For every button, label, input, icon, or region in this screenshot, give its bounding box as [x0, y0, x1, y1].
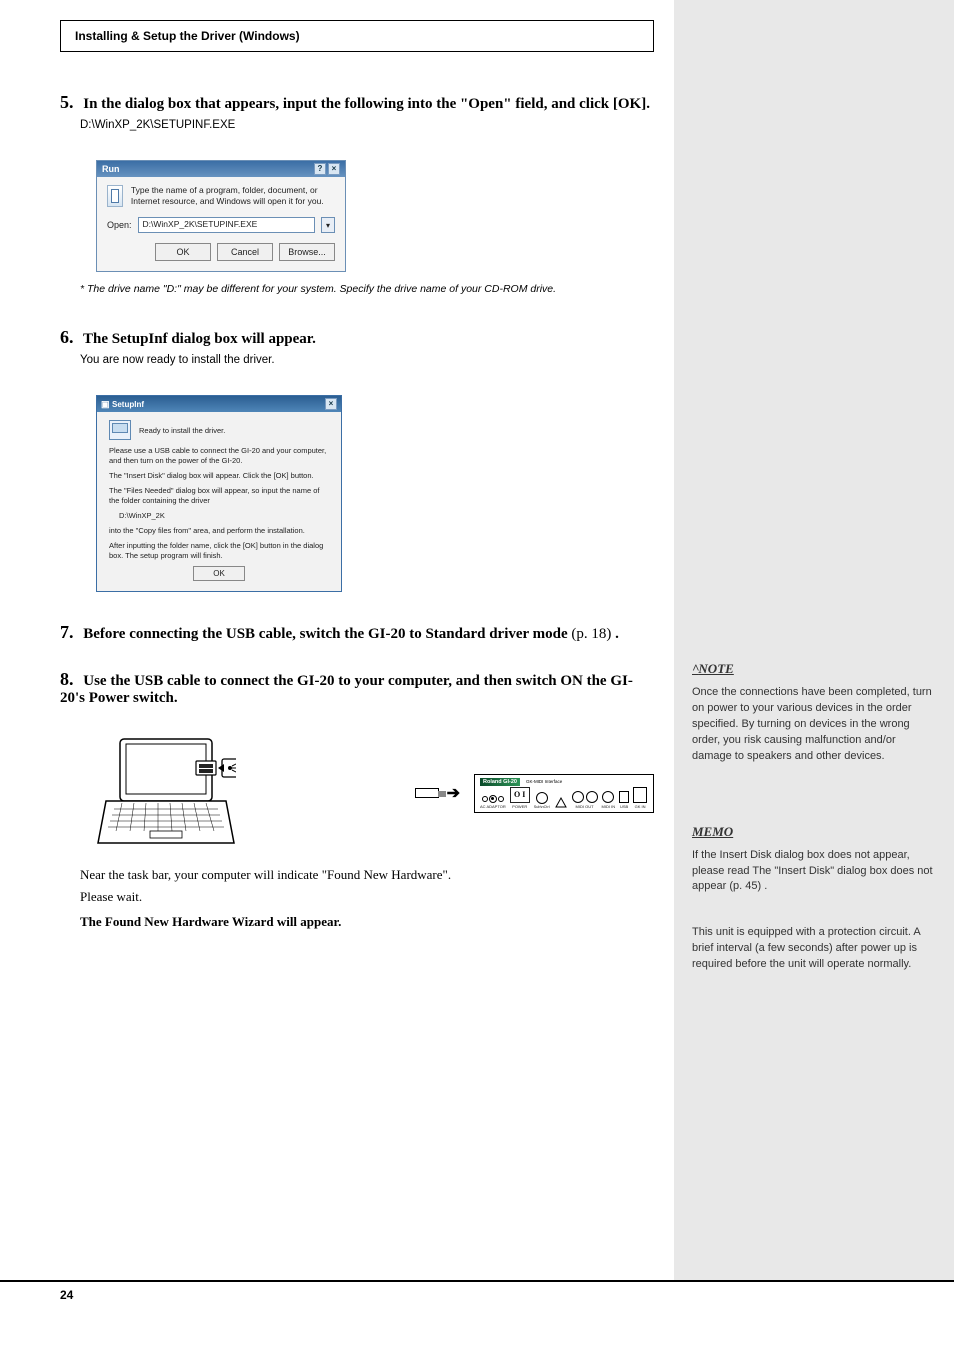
run-dialog-description: Type the name of a program, folder, docu…: [131, 185, 335, 206]
setupinf-p4: into the "Copy files from" area, and per…: [109, 526, 329, 535]
chapter-header: Installing & Setup the Driver (Windows): [60, 20, 654, 52]
setupinf-p3: The "Files Needed" dialog box will appea…: [109, 486, 329, 505]
help-icon[interactable]: ?: [314, 163, 326, 175]
arrow-right-icon: ➔: [447, 783, 460, 803]
step-number: 8.: [60, 669, 74, 689]
midi-out-label: Sub\nCtrl: [534, 805, 550, 809]
connection-diagram: ➔ Roland GI-20 GK-MIDI Interface: [96, 733, 654, 853]
setupinf-path: D:\WinXP_2K: [119, 511, 329, 520]
chapter-title: Installing & Setup the Driver (Windows): [75, 29, 300, 43]
step-7-heading-prefix: Before connecting the USB cable, switch …: [83, 626, 567, 642]
note-icon: ^NOTE: [692, 660, 936, 679]
setupinf-title: SetupInf: [112, 400, 144, 409]
ok-button[interactable]: OK: [193, 566, 245, 581]
step-7-heading-suffix: .: [615, 626, 619, 642]
memo-text-1: If the Insert Disk dialog box does not a…: [692, 848, 936, 896]
installer-icon: [109, 420, 131, 440]
setupinf-p2: The "Insert Disk" dialog box will appear…: [109, 471, 329, 480]
setupinf-ready-text: Ready to install the driver.: [139, 426, 225, 435]
midi-out-label: MIDI OUT: [576, 804, 594, 809]
page-footer: 24: [0, 1280, 954, 1312]
brand-label: Roland GI-20: [480, 778, 520, 786]
step-8-body-1: Near the task bar, your computer will in…: [80, 867, 451, 882]
close-icon[interactable]: ×: [328, 163, 340, 175]
memo-text-2: This unit is equipped with a protection …: [692, 925, 936, 973]
step-6-body: You are now ready to install the driver.: [80, 354, 275, 366]
step-5: 5. In the dialog box that appears, input…: [60, 92, 654, 134]
browse-button[interactable]: Browse...: [279, 243, 335, 261]
run-program-icon: [107, 185, 123, 207]
usb-label: USB: [620, 804, 628, 809]
note-text: Once the connections have been completed…: [692, 685, 936, 765]
page-number: 24: [60, 1288, 73, 1302]
memo-icon: MEMO: [692, 823, 936, 842]
step-heading: In the dialog box that appears, input th…: [83, 96, 650, 112]
laptop-icon: [96, 733, 236, 853]
close-icon[interactable]: ×: [325, 398, 337, 410]
gi20-rear-panel: Roland GI-20 GK-MIDI Interface AC ADAPTO…: [474, 774, 654, 813]
ok-button[interactable]: OK: [155, 243, 211, 261]
step-6: 6. The SetupInf dialog box will appear. …: [60, 327, 654, 369]
setupinf-p5: After inputting the folder name, click t…: [109, 541, 329, 560]
step-7: 7. Before connecting the USB cable, swit…: [60, 622, 654, 643]
run-dialog-figure: Run ? × Type the name of a program, fold…: [96, 160, 346, 272]
margin-notes-column: ^NOTE Once the connections have been com…: [674, 0, 954, 1280]
power-label: POWER: [512, 804, 527, 809]
model-subtitle: GK-MIDI Interface: [526, 779, 562, 784]
setupinf-dialog-figure: ▣ SetupInf × Ready to install the driver…: [96, 395, 342, 592]
dropdown-icon[interactable]: ▾: [321, 217, 335, 233]
step-heading: Use the USB cable to connect the GI-20 t…: [60, 673, 633, 706]
gk-in-label: GK IN: [635, 804, 646, 809]
step-8: 8. Use the USB cable to connect the GI-2…: [60, 669, 654, 707]
step-8-body-3: The Found New Hardware Wizard will appea…: [80, 914, 341, 929]
drive-name-note: * The drive name "D:" may be different f…: [80, 282, 654, 297]
usb-cable-icon: [415, 788, 439, 798]
step-number: 5.: [60, 92, 74, 112]
step-number: 7.: [60, 622, 74, 642]
step-7-page-ref: (p. 18): [571, 626, 611, 642]
step-number: 6.: [60, 327, 74, 347]
step-8-body-2: Please wait.: [80, 889, 142, 904]
step-heading: The SetupInf dialog box will appear.: [83, 331, 316, 347]
run-dialog-title: Run: [102, 164, 120, 174]
open-field[interactable]: D:\WinXP_2K\SETUPINF.EXE: [138, 217, 315, 233]
step-5-path: D:\WinXP_2K\SETUPINF.EXE: [80, 119, 235, 131]
setupinf-p1: Please use a USB cable to connect the GI…: [109, 446, 329, 465]
ac-adaptor-label: AC ADAPTOR: [480, 804, 506, 809]
midi-in-label: MIDI IN: [602, 804, 616, 809]
cancel-button[interactable]: Cancel: [217, 243, 273, 261]
document-body: Installing & Setup the Driver (Windows) …: [0, 0, 674, 1280]
open-label: Open:: [107, 220, 132, 230]
